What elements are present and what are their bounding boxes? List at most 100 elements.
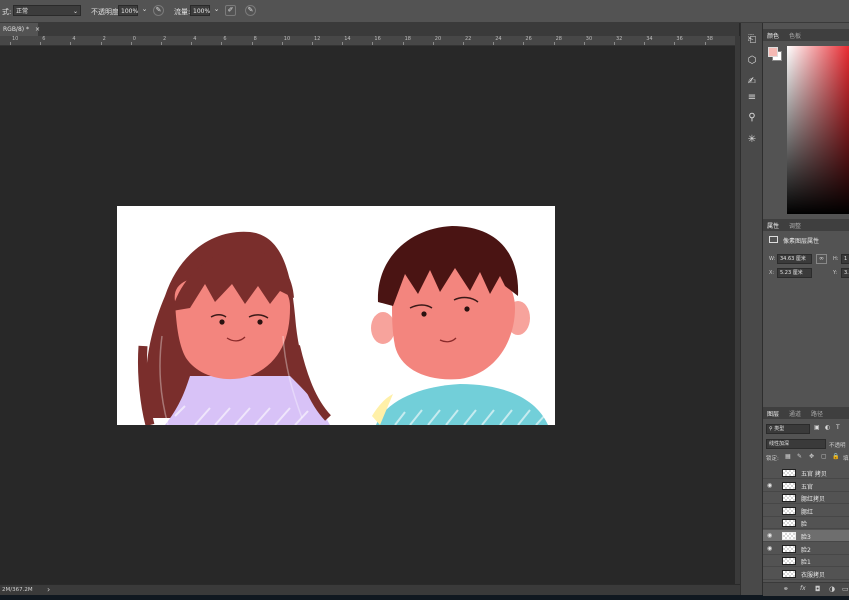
- mask-icon[interactable]: ◘: [815, 585, 821, 593]
- ruler-tick-label: 10: [12, 36, 19, 42]
- tab-layers[interactable]: 图层: [767, 409, 779, 418]
- visibility-eye-icon[interactable]: ◉: [767, 482, 775, 489]
- flow-input[interactable]: 100%: [190, 5, 210, 16]
- airbrush-icon[interactable]: ✐: [225, 5, 236, 16]
- lock-all-icon[interactable]: 🔒: [832, 453, 839, 460]
- lock-artboard-icon[interactable]: ▢: [821, 453, 827, 460]
- link-layers-icon[interactable]: ⚭: [783, 585, 789, 593]
- tab-properties[interactable]: 属性: [767, 221, 779, 230]
- ruler-tick-label: 2: [102, 36, 106, 42]
- layer-row[interactable]: 脸1: [763, 555, 849, 568]
- width-label: W:: [769, 256, 776, 262]
- document-tab[interactable]: RGB/8) * ×: [0, 23, 40, 36]
- link-dimensions-icon[interactable]: ∞: [816, 254, 827, 264]
- filter-type-label: 类型: [774, 426, 785, 432]
- layer-filter-dropdown[interactable]: ⚲ 类型: [766, 424, 810, 434]
- ruler-tick-label: 28: [555, 36, 562, 42]
- layer-row[interactable]: ◉ 脸3: [763, 530, 849, 542]
- visibility-eye-icon[interactable]: [767, 508, 775, 514]
- chevron-down-icon: ⌄: [72, 8, 78, 15]
- filter-pixel-icon[interactable]: ▣: [814, 424, 820, 431]
- ruler-tick-mark: [342, 42, 344, 45]
- layer-blend-mode-dropdown[interactable]: 线性加深: [766, 439, 826, 449]
- y-input[interactable]: 3.: [841, 268, 849, 278]
- ruler-tick-mark: [191, 42, 193, 45]
- layer-row[interactable]: 衣服拷贝: [763, 568, 849, 580]
- filter-adjustment-icon[interactable]: ◐: [825, 424, 830, 431]
- status-menu-arrow-icon[interactable]: ›: [47, 585, 50, 594]
- pressure-opacity-icon[interactable]: ✎: [153, 5, 164, 16]
- layers-footer: ⚭ fx ◘ ◑ ▭: [763, 582, 849, 596]
- lock-transparency-icon[interactable]: ▦: [785, 453, 791, 460]
- ruler-tick-label: 16: [374, 36, 381, 42]
- visibility-eye-icon[interactable]: [767, 495, 775, 501]
- 3d-cube-icon[interactable]: ⬡: [746, 55, 758, 67]
- color-picker-field[interactable]: [787, 46, 849, 214]
- visibility-eye-icon[interactable]: ◉: [767, 545, 775, 552]
- opacity-input[interactable]: 100%: [118, 5, 138, 16]
- opacity-dropdown-chevron-icon[interactable]: ⌄: [139, 5, 150, 16]
- brush-tool-icon[interactable]: ✍: [746, 76, 758, 88]
- layer-row[interactable]: 五官 拷贝: [763, 467, 849, 479]
- lock-label: 锁定:: [766, 456, 779, 462]
- canvas-workspace[interactable]: [0, 46, 735, 584]
- ruler-tick-mark: [674, 42, 676, 45]
- document-tab-label: RGB/8) *: [3, 26, 30, 33]
- ruler-tick-mark: [312, 42, 313, 45]
- ruler-tick-label: 32: [616, 36, 623, 42]
- lock-pixels-icon[interactable]: ✎: [797, 453, 802, 460]
- close-icon[interactable]: ×: [35, 26, 40, 33]
- tab-swatches[interactable]: 色板: [789, 31, 801, 40]
- x-input[interactable]: 5.23 厘米: [777, 268, 812, 278]
- layer-type-label: 像素图层属性: [783, 238, 820, 245]
- ruler-tick-label: 14: [344, 36, 351, 42]
- layer-thumbnail: [782, 469, 796, 477]
- gear-settings-icon[interactable]: ✳: [746, 134, 758, 146]
- layer-name: 五官: [801, 483, 814, 491]
- ruler-tick-label: 18: [404, 36, 411, 42]
- visibility-eye-icon[interactable]: [767, 520, 775, 526]
- tab-adjustments[interactable]: 调整: [789, 221, 801, 230]
- layer-row[interactable]: 腮红: [763, 505, 849, 517]
- layer-row[interactable]: 脸: [763, 517, 849, 530]
- fx-icon[interactable]: fx: [800, 585, 806, 592]
- ruler-tick-mark: [281, 42, 283, 45]
- foreground-color-swatch[interactable]: [768, 47, 778, 57]
- layer-thumbnail: [782, 544, 796, 553]
- layer-row[interactable]: ◉ 脸2: [763, 543, 849, 555]
- tab-channels[interactable]: 通道: [789, 409, 801, 418]
- flow-dropdown-chevron-icon[interactable]: ⌄: [211, 5, 222, 16]
- layer-thumbnail: [782, 557, 796, 566]
- layer-name: 脸1: [801, 559, 811, 567]
- filter-type-layer-icon[interactable]: T: [836, 424, 840, 431]
- ruler-tick-label: 34: [646, 36, 653, 42]
- layer-name: 脸: [801, 521, 808, 529]
- visibility-eye-icon[interactable]: [767, 470, 775, 476]
- width-input[interactable]: 34.63 厘米: [777, 254, 812, 264]
- adjust-sliders-icon[interactable]: ≡: [746, 92, 758, 104]
- blend-mode-value: 正常: [16, 8, 29, 15]
- folder-icon[interactable]: ▭: [842, 585, 849, 593]
- opacity-label: 不透明度:: [91, 8, 122, 16]
- tab-color[interactable]: 颜色: [767, 31, 779, 40]
- layer-row[interactable]: 腮红拷贝: [763, 492, 849, 505]
- blend-mode-dropdown[interactable]: 正常 ⌄: [13, 5, 81, 16]
- mode-label: 式:: [2, 8, 12, 16]
- document-canvas[interactable]: [0, 46, 735, 584]
- ruler-tick-label: 30: [585, 36, 593, 42]
- visibility-eye-icon[interactable]: ◉: [767, 533, 775, 539]
- lock-position-icon[interactable]: ✥: [809, 453, 814, 460]
- right-panel-dock: 颜色 色板 属性 调整 像素图层属性 W: 34.63 厘米 ∞ H: 1 X:…: [762, 23, 849, 596]
- visibility-eye-icon[interactable]: [767, 558, 775, 564]
- ruler-tick-label: 38: [706, 36, 713, 42]
- tab-paths[interactable]: 路径: [811, 409, 823, 418]
- adjustment-icon[interactable]: ◑: [829, 585, 835, 593]
- ruler-tick-mark: [130, 42, 132, 45]
- clone-source-icon[interactable]: ⚲: [746, 112, 758, 124]
- history-icon[interactable]: ⎗: [746, 34, 758, 46]
- visibility-eye-icon[interactable]: [767, 571, 775, 577]
- layer-row[interactable]: ◉ 五官: [763, 480, 849, 492]
- height-input[interactable]: 1: [841, 254, 849, 264]
- pressure-size-icon[interactable]: ✎: [245, 5, 256, 16]
- horizontal-ruler: 10 6 4 2 0 2 4 6 8 10 12 14 16 18 20 22 24 26 28 30 32 34 36 38: [0, 36, 735, 46]
